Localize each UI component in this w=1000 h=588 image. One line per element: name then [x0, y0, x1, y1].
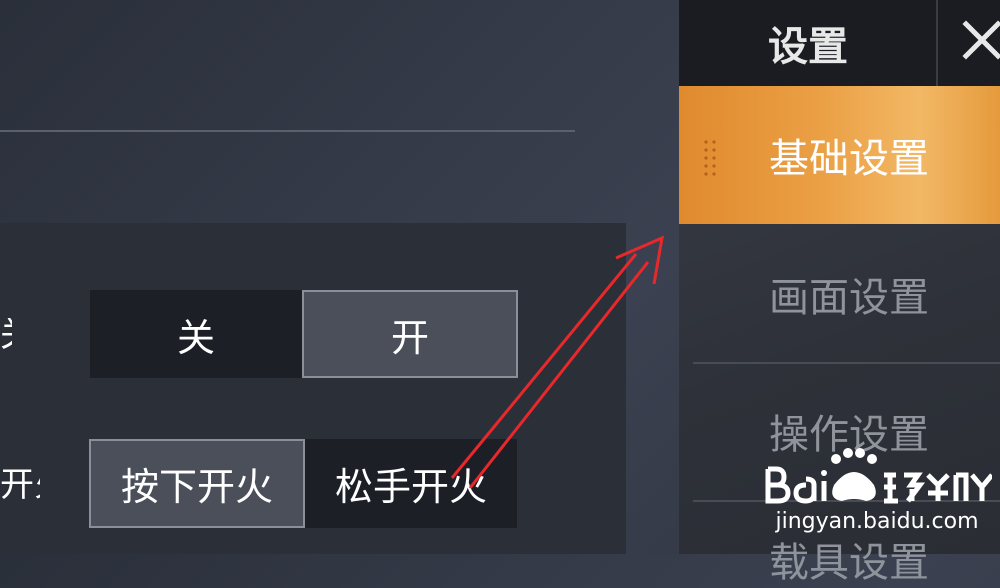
option-press-fire[interactable]: 按下开火 — [89, 439, 305, 528]
option-off[interactable]: 关 — [90, 290, 302, 378]
fire-mode-label: 开火方式 — [0, 468, 40, 502]
close-button[interactable] — [938, 0, 1000, 86]
menu-item-label: 基础设置 — [769, 136, 929, 182]
row-label: 关闭 — [0, 318, 12, 352]
option-release-fire[interactable]: 松手开火 — [305, 439, 517, 528]
baidu-logo — [765, 448, 992, 504]
option-on[interactable]: 开 — [302, 290, 518, 378]
drag-grip-icon — [702, 138, 718, 178]
menu-item-label: 画面设置 — [769, 275, 929, 321]
toggle-segment: 关 开 — [90, 290, 518, 378]
menu-item-basic-settings[interactable]: 基础设置 — [679, 86, 1000, 224]
baidu-watermark: jingyan.baidu.com — [762, 445, 992, 545]
menu-title: 设置 — [768, 24, 848, 70]
top-divider — [0, 130, 575, 132]
fire-mode-segment: 按下开火 松手开火 — [89, 439, 517, 528]
menu-header: 设置 — [679, 0, 1000, 86]
watermark-url: jingyan.baidu.com — [775, 509, 979, 534]
close-icon — [962, 20, 1000, 60]
menu-item-display-settings[interactable]: 画面设置 — [679, 225, 1000, 363]
